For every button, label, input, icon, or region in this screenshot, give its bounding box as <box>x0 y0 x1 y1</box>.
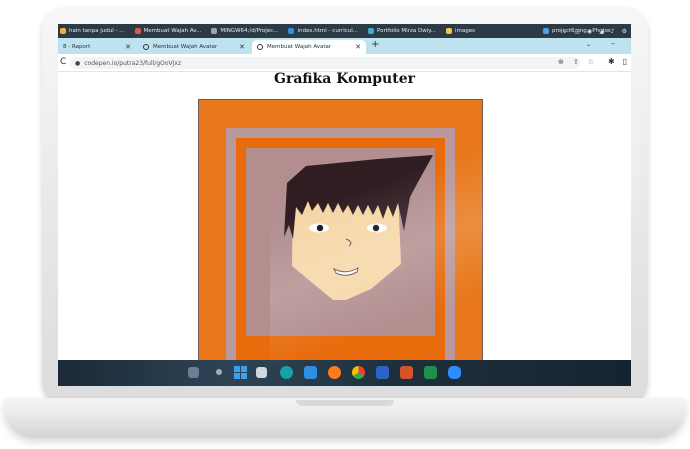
firefox-icon[interactable] <box>328 366 341 379</box>
browser-toolbar: C ● codepen.io/putra23/full/gOoVJxz ⊕ ⇪ … <box>58 54 631 72</box>
extensions-icon[interactable]: ✱ <box>608 57 615 66</box>
photos-icon <box>542 28 549 34</box>
bookmark-favicon-icon <box>368 28 375 34</box>
bookmark-item[interactable]: index.html - curricul... <box>288 28 358 34</box>
tab-strip: 8 - Raport ✕ Membuat Wajah Avatar ✕ Memb… <box>58 38 631 54</box>
right-pupil <box>372 224 380 232</box>
chrome-icon[interactable] <box>352 366 365 379</box>
signal-icon[interactable]: ◢ <box>599 28 604 35</box>
tab-search-chevron-icon[interactable]: ⌄ <box>586 41 591 48</box>
system-tray: ⌄ ▢ ◉ ◢ ♪ ⚙ <box>562 24 627 38</box>
bookmark-item[interactable]: Portfolio Mirza Dwiy... <box>368 28 436 34</box>
toolbar-right: ✱ ▯ <box>608 57 627 66</box>
bookmark-favicon-icon <box>288 28 295 34</box>
avatar-canvas <box>198 99 483 360</box>
tab-membuat-wajah-avatar-active[interactable]: Membuat Wajah Avatar ✕ <box>252 40 366 54</box>
bookmark-item[interactable]: Membuat Wajah Av... <box>134 28 202 34</box>
folder-icon <box>445 28 452 34</box>
tab-raport[interactable]: 8 - Raport ✕ <box>58 40 136 54</box>
bookmark-favicon-icon <box>211 28 218 34</box>
url-text: codepen.io/putra23/full/gOoVJxz <box>84 59 182 67</box>
bookmark-label: MINGW64:/d/Projec... <box>220 28 279 34</box>
bookmark-label: hain tanpa judul - ... <box>69 28 125 34</box>
bookmark-favicon-icon <box>134 28 141 34</box>
record-icon[interactable]: ◉ <box>587 28 592 35</box>
sidebar-icon[interactable]: ▯ <box>623 57 627 66</box>
bookmark-item[interactable]: images <box>445 28 475 34</box>
start-icon[interactable] <box>234 366 247 379</box>
page-content: Grafika Komputer <box>58 72 631 360</box>
address-bar[interactable]: ● codepen.io/putra23/full/gOoVJxz <box>70 57 580 69</box>
left-pupil <box>316 224 324 232</box>
tab-label: Membuat Wajah Avatar <box>267 44 332 50</box>
chevron-down-icon[interactable]: ⌄ <box>562 28 567 35</box>
tab-label: 8 - Raport <box>63 44 91 50</box>
bookmarks-bar: hain tanpa judul - ... Membuat Wajah Av.… <box>58 24 631 38</box>
settings-icon[interactable]: ⚙ <box>622 28 627 35</box>
page-title: Grafika Komputer <box>274 72 415 87</box>
codepen-icon <box>257 44 263 50</box>
laptop-notch <box>296 400 394 406</box>
powerpoint-icon[interactable] <box>400 366 413 379</box>
bookmark-item[interactable]: hain tanpa judul - ... <box>60 28 125 34</box>
zoom-icon[interactable]: ⊕ <box>558 58 564 66</box>
search-icon[interactable] <box>216 369 222 375</box>
volume-icon[interactable]: ♪ <box>611 28 615 35</box>
laptop-screen: hain tanpa judul - ... Membuat Wajah Av.… <box>58 24 631 386</box>
excel-icon[interactable] <box>424 366 437 379</box>
bookmark-label: Membuat Wajah Av... <box>143 28 202 34</box>
bookmark-label: images <box>454 28 475 34</box>
zoom-icon[interactable] <box>448 366 461 379</box>
codepen-icon <box>143 44 149 50</box>
close-icon[interactable]: ✕ <box>239 43 245 51</box>
tab-label: Membuat Wajah Avatar <box>153 44 218 50</box>
star-icon[interactable]: ☆ <box>588 58 594 66</box>
vscode-icon[interactable] <box>304 366 317 379</box>
omnibox-actions: ⊕ ⇪ ☆ <box>558 58 594 66</box>
bookmark-label: Portfolio Mirza Dwiy... <box>377 28 436 34</box>
widgets-icon[interactable] <box>188 367 199 378</box>
word-icon[interactable] <box>376 366 389 379</box>
task-view-icon[interactable] <box>256 367 267 378</box>
close-icon[interactable]: ✕ <box>125 43 131 51</box>
windows-taskbar <box>58 360 631 386</box>
reload-icon[interactable]: C <box>60 57 66 67</box>
window-icon[interactable]: ▢ <box>574 28 580 35</box>
bookmark-item[interactable]: MINGW64:/d/Projec... <box>211 28 278 34</box>
new-tab-button[interactable]: + <box>371 39 379 50</box>
lock-icon: ● <box>75 59 81 67</box>
tab-membuat-wajah-avatar[interactable]: Membuat Wajah Avatar ✕ <box>138 40 250 54</box>
minimize-button[interactable]: – <box>611 39 615 48</box>
arduino-icon[interactable] <box>280 366 293 379</box>
bookmark-label: index.html - curricul... <box>297 28 359 34</box>
share-icon[interactable]: ⇪ <box>573 58 579 66</box>
bookmark-favicon-icon <box>60 28 66 34</box>
close-icon[interactable]: ✕ <box>355 43 361 51</box>
